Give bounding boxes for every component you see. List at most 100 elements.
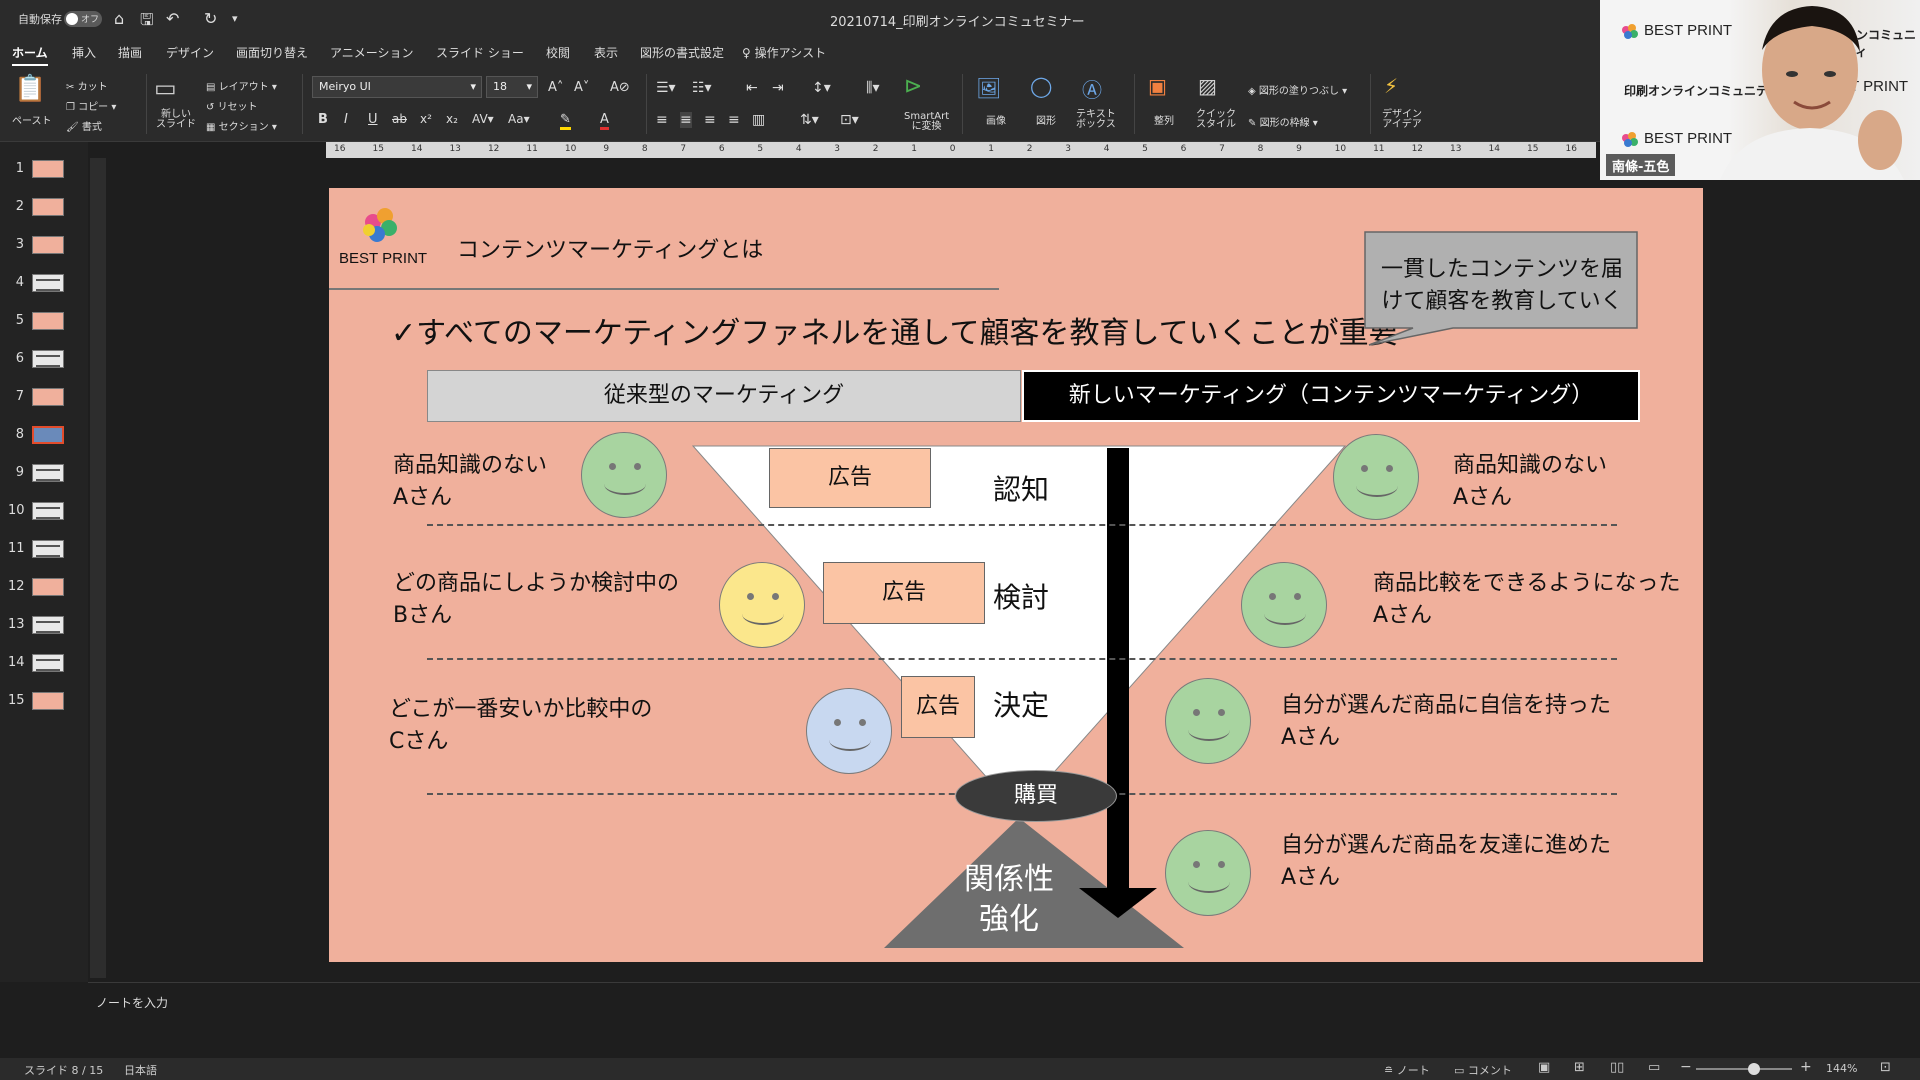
- right-person-stage2[interactable]: 商品比較をできるようになった Aさん: [1373, 568, 1681, 632]
- subscript-icon[interactable]: x₂: [446, 112, 458, 126]
- picture-icon[interactable]: 🖼: [976, 76, 1001, 100]
- distributed-icon[interactable]: ▥: [752, 112, 765, 128]
- decrease-indent-icon[interactable]: ⇤: [746, 80, 758, 96]
- fit-slide-icon[interactable]: ⊡: [1880, 1060, 1891, 1075]
- design-ideas-icon[interactable]: ⚡: [1384, 74, 1398, 98]
- slide-thumbnail[interactable]: [32, 350, 64, 368]
- shape-outline-button[interactable]: ✎ 図形の枠線 ▾: [1248, 114, 1318, 129]
- purchase-ellipse[interactable]: 購買: [955, 770, 1117, 822]
- shapes-label[interactable]: 図形: [1036, 112, 1056, 127]
- left-person-b[interactable]: どの商品にしようか検討中の Bさん: [393, 568, 679, 632]
- slide-thumbnail[interactable]: [32, 654, 64, 672]
- quick-styles-label[interactable]: クイック スタイル: [1196, 110, 1236, 130]
- stage-awareness[interactable]: 認知: [993, 468, 1049, 508]
- tab-slideshow[interactable]: スライド ショー: [436, 44, 524, 61]
- grow-font-icon[interactable]: A˄: [548, 80, 563, 95]
- slide-thumbnail[interactable]: [32, 312, 64, 330]
- tab-review[interactable]: 校閲: [546, 44, 570, 61]
- justify-icon[interactable]: ≡: [728, 112, 740, 128]
- smiley-face-icon[interactable]: [1165, 830, 1251, 916]
- highlight-icon[interactable]: ✎: [560, 112, 571, 130]
- align-left-icon[interactable]: ≡: [656, 112, 668, 128]
- comments-toggle[interactable]: ▭ コメント: [1454, 1062, 1512, 1078]
- smiley-face-icon[interactable]: [581, 432, 667, 518]
- zoom-in-icon[interactable]: +: [1800, 1059, 1812, 1075]
- stage-consideration[interactable]: 検討: [993, 576, 1049, 616]
- home-icon[interactable]: ⌂: [114, 9, 124, 28]
- slide-thumbnail[interactable]: [32, 540, 64, 558]
- notes-pane[interactable]: ノートを入力: [88, 982, 1920, 1058]
- slideshow-icon[interactable]: ▭: [1648, 1060, 1660, 1075]
- slide-thumbnail[interactable]: [32, 578, 64, 596]
- cut-button[interactable]: ✂ カット: [66, 78, 108, 93]
- numbering-icon[interactable]: ☷▾: [692, 80, 712, 96]
- increase-indent-icon[interactable]: ⇥: [772, 80, 784, 96]
- right-person-stage1[interactable]: 商品知識のない Aさん: [1453, 450, 1607, 514]
- new-slide-label[interactable]: 新しい スライド: [156, 110, 196, 130]
- font-size-combo[interactable]: 18 ▾: [486, 76, 538, 98]
- slide-thumbnail[interactable]: [32, 616, 64, 634]
- customize-toolbar-icon[interactable]: ▾: [232, 12, 238, 25]
- normal-view-icon[interactable]: ▣: [1538, 1060, 1550, 1075]
- zoom-slider[interactable]: [1696, 1063, 1792, 1075]
- slide-sorter-icon[interactable]: ⊞: [1574, 1060, 1585, 1075]
- smiley-face-icon[interactable]: [806, 688, 892, 774]
- tab-home[interactable]: ホーム: [12, 44, 48, 66]
- relationship-label[interactable]: 関係性 強化: [939, 860, 1079, 940]
- arrange-icon[interactable]: ▣: [1148, 74, 1167, 98]
- left-person-a[interactable]: 商品知識のない Aさん: [393, 450, 547, 514]
- text-direction-icon[interactable]: ⇅▾: [800, 112, 819, 128]
- underline-icon[interactable]: U: [368, 112, 378, 127]
- bold-icon[interactable]: B: [318, 112, 328, 127]
- tab-shape-format[interactable]: 図形の書式設定: [640, 44, 724, 61]
- picture-label[interactable]: 画像: [986, 112, 1006, 127]
- change-case-icon[interactable]: Aa▾: [508, 112, 530, 126]
- align-text-icon[interactable]: ⊡▾: [840, 112, 859, 128]
- section-button[interactable]: ▦ セクション ▾: [206, 118, 277, 133]
- left-person-c[interactable]: どこが一番安いか比較中の Cさん: [389, 694, 652, 758]
- tab-insert[interactable]: 挿入: [72, 44, 96, 61]
- tab-animations[interactable]: アニメーション: [330, 44, 414, 61]
- slide-thumbnail[interactable]: [32, 464, 64, 482]
- copy-button[interactable]: ❐ コピー ▾: [66, 98, 116, 113]
- textbox-label[interactable]: テキスト ボックス: [1076, 110, 1116, 130]
- align-right-icon[interactable]: ≡: [704, 112, 716, 128]
- layout-button[interactable]: ▤ レイアウト ▾: [206, 78, 277, 93]
- slide-thumbnail[interactable]: [32, 426, 64, 444]
- arrange-label[interactable]: 整列: [1154, 112, 1174, 127]
- shapes-icon[interactable]: ◯: [1030, 74, 1052, 98]
- tab-transitions[interactable]: 画面切り替え: [236, 44, 308, 61]
- new-slide-icon[interactable]: ▭: [154, 74, 177, 102]
- ad-box[interactable]: 広告: [901, 676, 975, 738]
- quick-styles-icon[interactable]: ▨: [1198, 74, 1217, 98]
- slide-thumbnail[interactable]: [32, 160, 64, 178]
- redo-icon[interactable]: ↻: [204, 9, 217, 28]
- slide-thumbnail[interactable]: [32, 198, 64, 216]
- language[interactable]: 日本語: [124, 1062, 157, 1078]
- align-center-icon[interactable]: ≡: [680, 112, 692, 128]
- bullets-icon[interactable]: ☰▾: [656, 80, 676, 96]
- shrink-font-icon[interactable]: A˅: [574, 80, 589, 95]
- smiley-face-icon[interactable]: [1241, 562, 1327, 648]
- ad-box[interactable]: 広告: [769, 448, 931, 508]
- tab-view[interactable]: 表示: [594, 44, 618, 61]
- slide-thumbnail[interactable]: [32, 692, 64, 710]
- autosave-toggle[interactable]: オフ: [64, 11, 102, 27]
- smiley-face-icon[interactable]: [1333, 434, 1419, 520]
- slide-canvas[interactable]: BEST PRINT コンテンツマーケティングとは ✓すべてのマーケティングファ…: [329, 188, 1703, 962]
- ad-box[interactable]: 広告: [823, 562, 985, 624]
- paste-icon[interactable]: 📋: [14, 74, 46, 104]
- right-person-stage3[interactable]: 自分が選んだ商品に自信を持った Aさん: [1281, 690, 1611, 754]
- save-icon[interactable]: 🖫: [140, 9, 154, 36]
- line-spacing-icon[interactable]: ↕▾: [812, 80, 831, 96]
- undo-icon[interactable]: ↶: [166, 9, 179, 28]
- tab-draw[interactable]: 描画: [118, 44, 142, 61]
- strikethrough-icon[interactable]: ab: [392, 112, 407, 126]
- notes-placeholder[interactable]: ノートを入力: [96, 994, 168, 1011]
- zoom-slider-thumb[interactable]: [1748, 1063, 1760, 1075]
- clear-format-icon[interactable]: A⊘: [610, 80, 630, 95]
- zoom-level[interactable]: 144%: [1826, 1062, 1857, 1075]
- smartart-icon[interactable]: ⊳: [904, 74, 922, 99]
- reset-button[interactable]: ↺ リセット: [206, 98, 258, 113]
- superscript-icon[interactable]: x²: [420, 112, 432, 126]
